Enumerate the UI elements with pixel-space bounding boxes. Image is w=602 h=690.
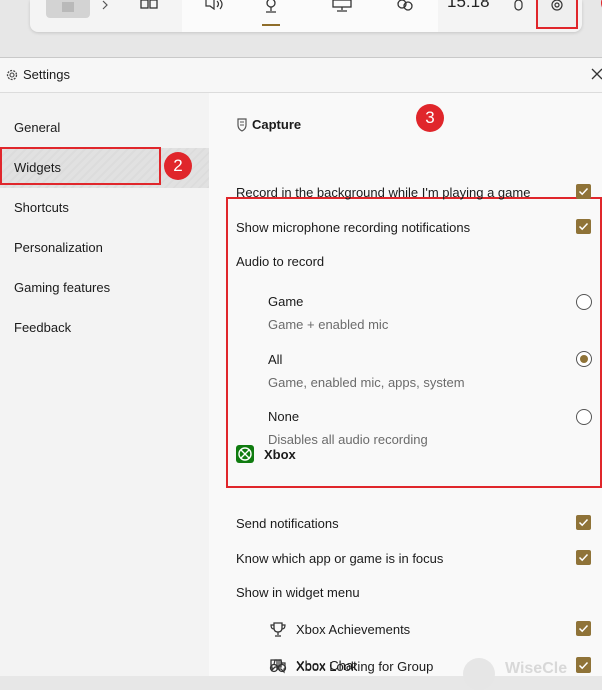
annotation-badge-2: 2: [164, 152, 192, 180]
sidebar-item-personalization[interactable]: Personalization: [0, 228, 209, 268]
audio-option-all-label: All: [268, 352, 283, 367]
game-bar: 15:18: [30, 0, 602, 32]
record-background-label: Record in the background while I'm playi…: [236, 185, 531, 200]
xbox-heading-text: Xbox: [264, 446, 296, 462]
settings-content: Capture Record in the background while I…: [209, 93, 602, 676]
settings-button[interactable]: [536, 0, 578, 29]
know-focus-label: Know which app or game is in focus: [236, 551, 444, 566]
mic-notifications-label: Show microphone recording notifications: [236, 220, 471, 235]
gear-icon: [6, 69, 18, 81]
capture-shield-icon: [237, 117, 247, 132]
gear-icon: [551, 0, 563, 11]
settings-window: Settings General Widgets Shortcuts Perso…: [0, 57, 602, 690]
sidebar-item-general[interactable]: General: [0, 108, 209, 148]
widget-item-lfg-label: Xbox Looking for Group: [296, 659, 434, 674]
send-notifications-label: Send notifications: [236, 516, 339, 531]
audio-option-game-label: Game: [268, 294, 304, 309]
audio-option-all-desc: Game, enabled mic, apps, system: [268, 375, 465, 390]
record-background-checkbox[interactable]: [576, 184, 591, 199]
clock: 15:18: [447, 0, 490, 11]
xbox-logo-icon: [236, 445, 254, 463]
audio-to-record-label: Audio to record: [236, 254, 325, 269]
close-icon[interactable]: [590, 67, 602, 81]
widget-menu-icon[interactable]: [138, 0, 160, 12]
audio-option-none-radio[interactable]: [576, 409, 592, 425]
audio-option-all-radio[interactable]: [576, 351, 592, 367]
chevron-right-icon[interactable]: [98, 0, 112, 12]
sidebar-item-shortcuts[interactable]: Shortcuts: [0, 188, 209, 228]
audio-option-game-radio[interactable]: [576, 294, 592, 310]
trophy-icon: [270, 622, 286, 637]
xbox-social-icon[interactable]: [394, 0, 416, 12]
capture-icon[interactable]: [260, 0, 282, 13]
widget-item-lfg-checkbox[interactable]: [576, 658, 591, 673]
title-bar: Settings: [0, 58, 602, 93]
capture-heading-text: Capture: [252, 117, 302, 132]
watermark-logo: [463, 658, 495, 690]
know-focus-checkbox[interactable]: [576, 550, 591, 565]
home-icon: [62, 2, 74, 12]
capture-section-heading: Capture: [236, 117, 301, 132]
widget-item-achievements-label: Xbox Achievements: [296, 622, 411, 637]
watermark-text: WiseCle: [505, 660, 568, 677]
widget-item-achievements-checkbox[interactable]: [576, 621, 591, 636]
mic-notifications-checkbox[interactable]: [576, 219, 591, 234]
mouse-icon[interactable]: [510, 0, 526, 12]
active-tab-indicator: [262, 24, 280, 26]
annotation-highlight-widgets: [0, 147, 161, 185]
sidebar-item-gaming-features[interactable]: Gaming features: [0, 268, 209, 308]
binoculars-icon: [269, 659, 287, 673]
performance-icon[interactable]: [330, 0, 354, 12]
window-title: Settings: [23, 67, 70, 82]
widget-menu-label: Show in widget menu: [236, 585, 360, 600]
audio-option-game-desc: Game + enabled mic: [268, 317, 389, 332]
xbox-section-heading: Xbox: [236, 445, 296, 463]
audio-option-none-label: None: [268, 409, 300, 424]
send-notifications-checkbox[interactable]: [576, 515, 591, 530]
annotation-badge-3: 3: [416, 104, 444, 132]
home-button[interactable]: [46, 0, 90, 18]
sidebar-item-feedback[interactable]: Feedback: [0, 308, 209, 348]
audio-icon[interactable]: [202, 0, 226, 12]
